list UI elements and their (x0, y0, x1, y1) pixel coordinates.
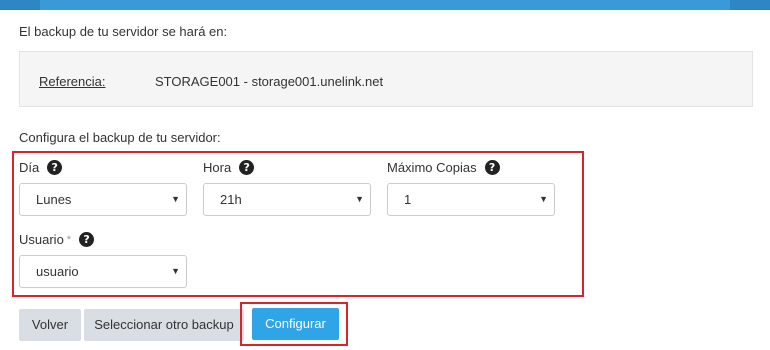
usuario-select[interactable]: usuario ▼ (19, 255, 187, 288)
reference-value: STORAGE001 - storage001.unelink.net (155, 74, 384, 89)
maximo-copias-select[interactable]: 1 ▼ (387, 183, 555, 216)
usuario-label-text: Usuario (19, 232, 64, 247)
chevron-down-icon: ▼ (171, 266, 180, 276)
usuario-select-value: usuario (36, 264, 79, 279)
help-icon[interactable]: ? (79, 232, 95, 247)
configurar-button[interactable]: Configurar (252, 308, 339, 340)
panel-header-bar (0, 0, 770, 10)
dia-select[interactable]: Lunes ▼ (19, 183, 187, 216)
reference-box: Referencia: STORAGE001 - storage001.unel… (19, 51, 753, 107)
reference-label: Referencia: (39, 74, 106, 89)
required-mark: * (66, 233, 72, 246)
panel-header-left-cap (0, 0, 40, 10)
dia-label-text: Día (19, 160, 40, 175)
maximo-copias-select-value: 1 (404, 192, 412, 207)
usuario-label: Usuario * ? (19, 232, 95, 247)
help-icon[interactable]: ? (484, 160, 500, 175)
maximo-copias-label-text: Máximo Copias (387, 160, 477, 175)
chevron-down-icon: ▼ (171, 194, 180, 204)
hora-label-text: Hora (203, 160, 232, 175)
hora-select-value: 21h (220, 192, 242, 207)
intro-text: El backup de tu servidor se hará en: (19, 24, 228, 39)
chevron-down-icon: ▼ (355, 194, 364, 204)
seleccionar-otro-backup-button[interactable]: Seleccionar otro backup (84, 309, 244, 341)
help-icon[interactable]: ? (239, 160, 255, 175)
panel-header-right-cap (730, 0, 770, 10)
help-icon[interactable]: ? (47, 160, 63, 175)
volver-button[interactable]: Volver (19, 309, 81, 341)
maximo-copias-label: Máximo Copias ? (387, 160, 500, 175)
config-title: Configura el backup de tu servidor: (19, 130, 221, 145)
chevron-down-icon: ▼ (539, 194, 548, 204)
dia-select-value: Lunes (36, 192, 72, 207)
hora-label: Hora ? (203, 160, 255, 175)
hora-select[interactable]: 21h ▼ (203, 183, 371, 216)
dia-label: Día ? (19, 160, 63, 175)
